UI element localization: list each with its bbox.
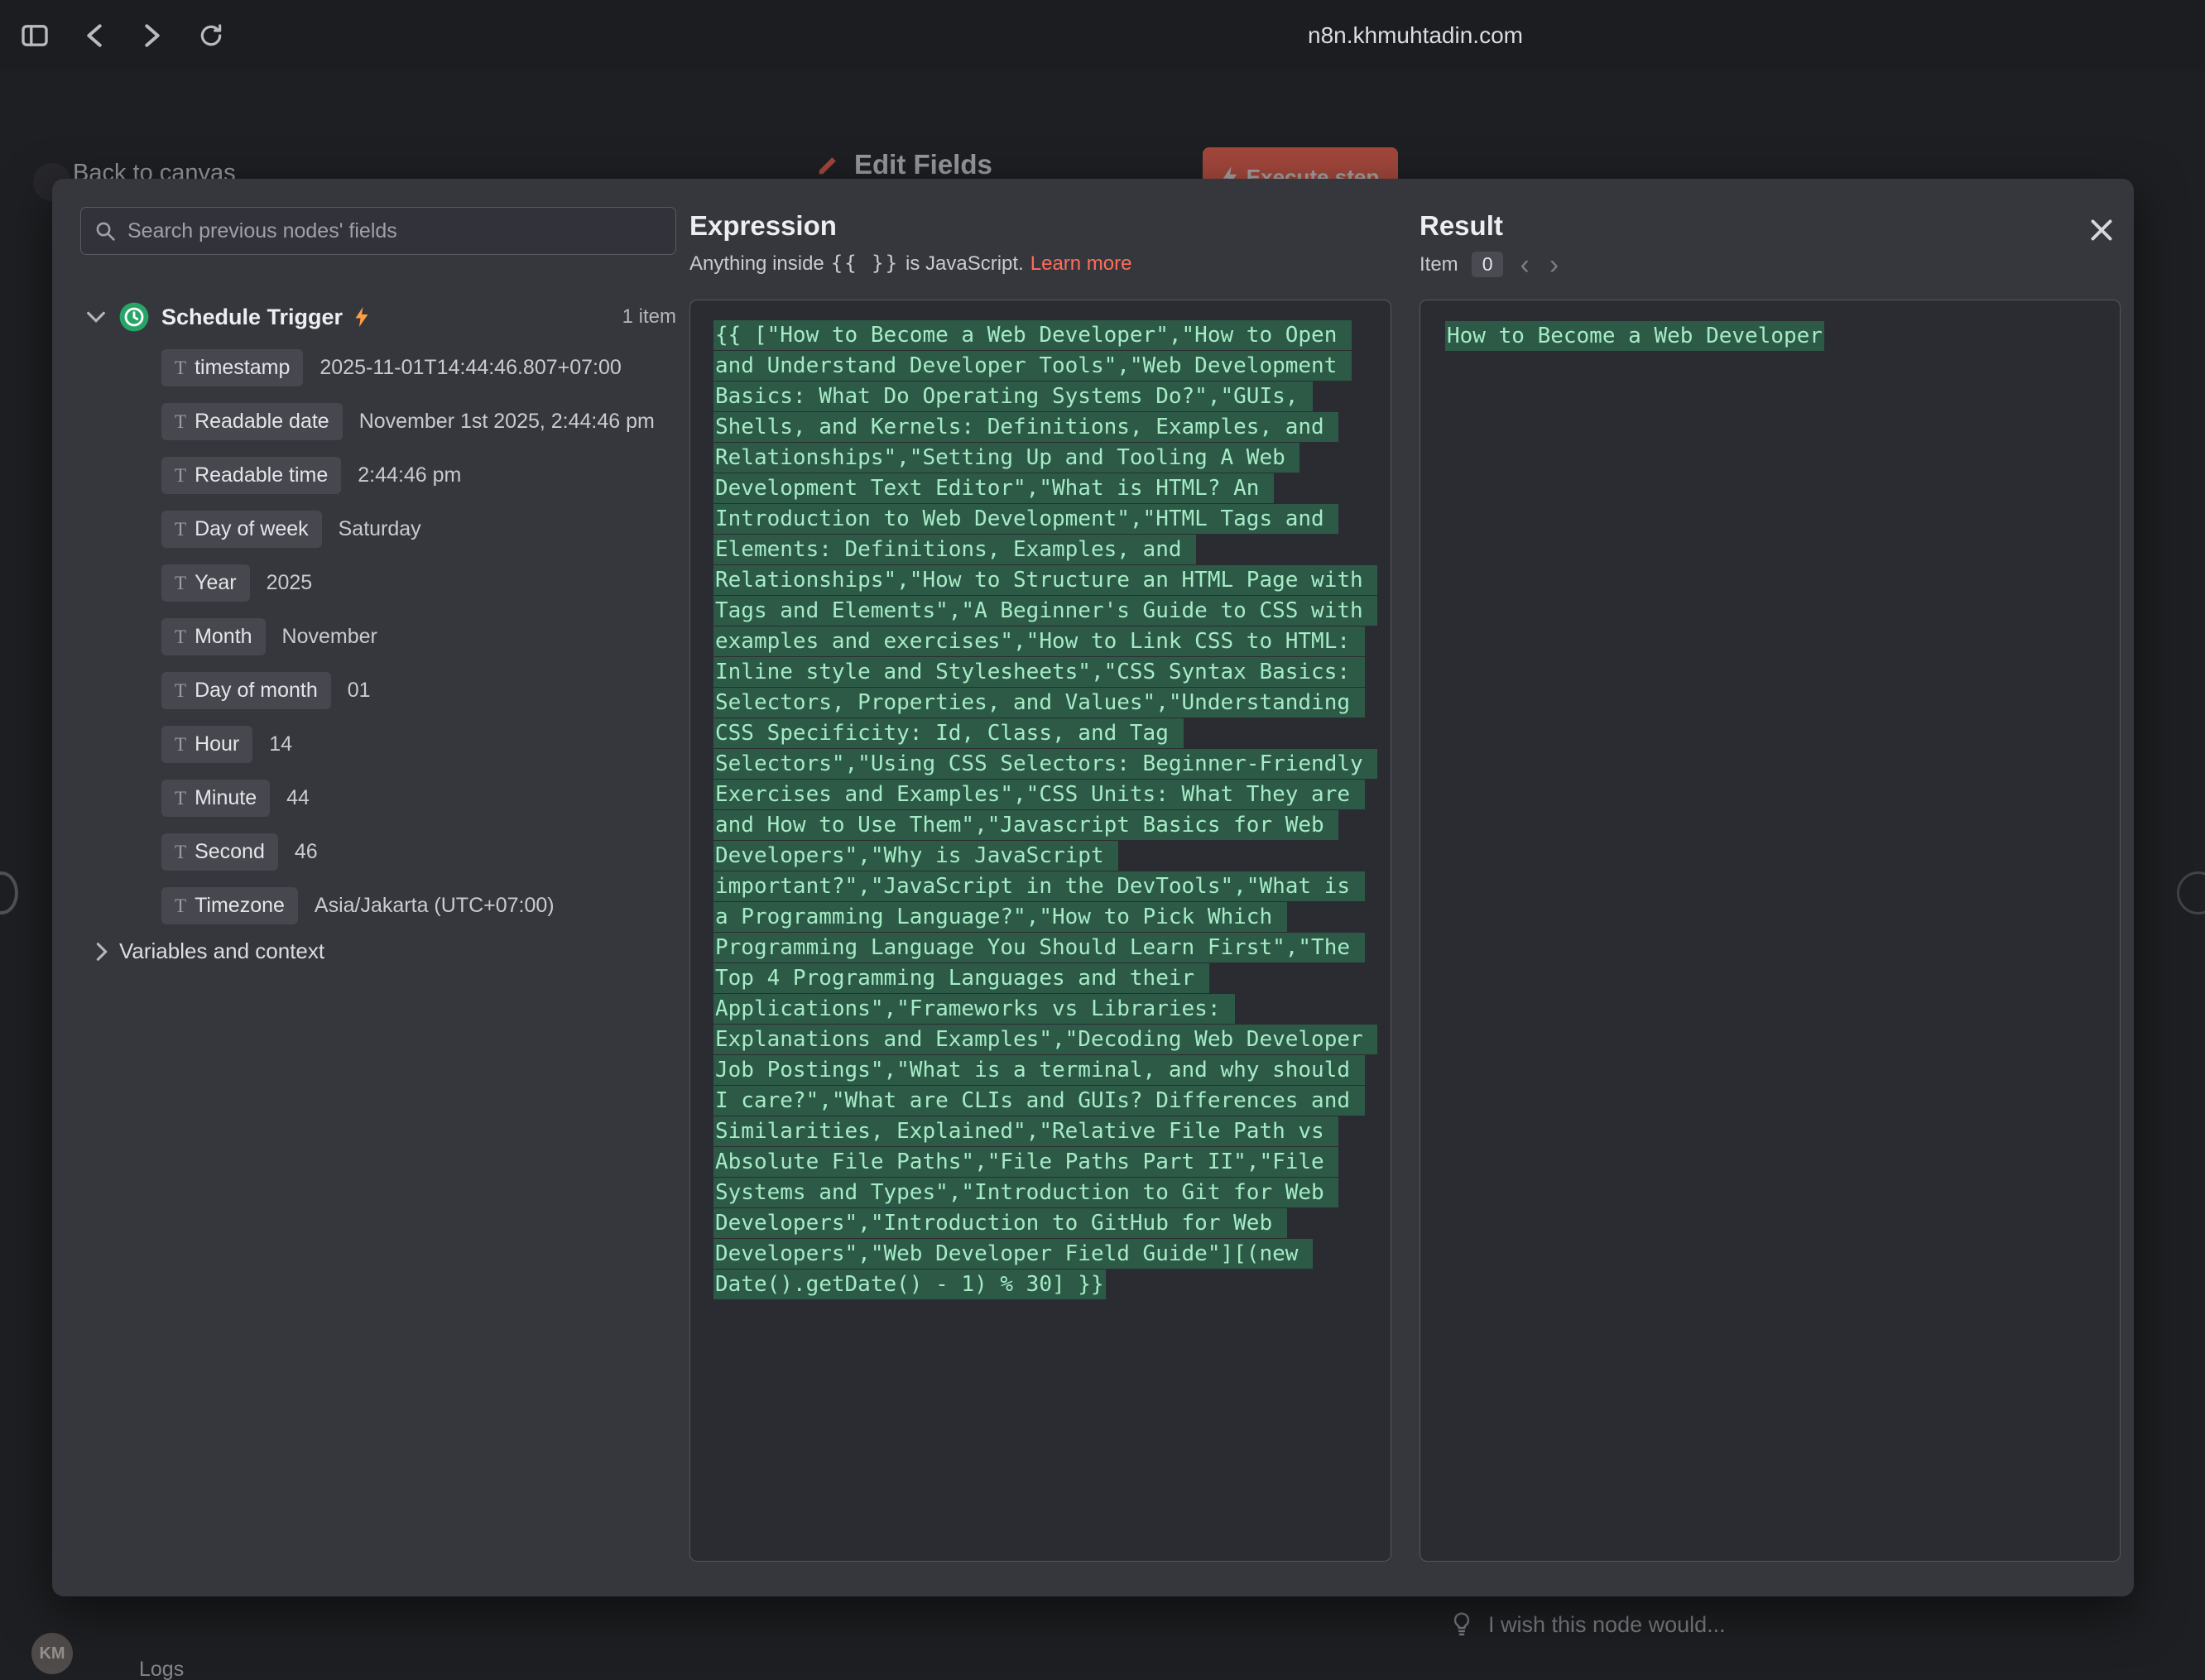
expression-code-editor[interactable]: {{ ["How to Become a Web Developer","How… [689,300,1391,1562]
search-input[interactable] [127,219,662,243]
item-label: Item [1420,253,1458,276]
field-row[interactable]: Ttimestamp 2025-11-01T14:44:46.807+07:00 [161,341,741,395]
field-row[interactable]: T Second 46 [161,825,741,879]
expression-title: Expression [689,210,837,242]
field-name: Readable time [195,463,328,487]
forward-icon [143,23,161,48]
browser-window: n8n.khmuhtadin.com Back to canvas Edit F… [0,0,2205,1680]
field-name: Day of week [195,517,309,541]
field-name: timestamp [195,356,290,380]
result-pager: Item 0 ‹ › [1420,252,1562,277]
next-item-button[interactable]: › [1546,255,1562,275]
back-icon [85,23,103,48]
text-type-icon: T [175,411,186,433]
field-value: 2025-11-01T14:44:46.807+07:00 [319,356,621,380]
field-value: 14 [269,732,292,756]
text-type-icon: T [175,842,186,863]
search-box [80,207,676,255]
item-count: 1 item [622,305,676,329]
field-value: 46 [295,840,318,864]
expression-editor-modal: Schedule Trigger 1 item Ttimestamp 2025-… [52,179,2134,1596]
field-name: Second [195,840,265,864]
field-row[interactable]: T Readable time 2:44:46 pm [161,449,741,502]
field-row[interactable]: T Day of month 01 [161,664,741,718]
expression-highlight: {{ ["How to Become a Web Developer","How… [713,320,1377,1299]
field-pill[interactable]: T Readable time [161,457,341,494]
subtitle-prefix: Anything inside [689,252,824,276]
trigger-bolt-icon [354,306,369,328]
field-row[interactable]: T Day of week Saturday [161,502,741,556]
chevron-right-icon [96,943,108,961]
expression-code: {{ ["How to Become a Web Developer","How… [713,320,1367,1300]
result-output: How to Become a Web Developer [1420,300,2121,1562]
browser-back-button[interactable] [75,17,113,55]
text-type-icon: T [175,734,186,756]
field-row[interactable]: T Hour 14 [161,718,741,771]
reload-icon [198,22,224,49]
result-value: How to Become a Web Developer [1445,321,1824,351]
chevron-down-icon[interactable] [85,311,107,323]
field-value: 44 [286,786,310,810]
field-row[interactable]: T Month November [161,610,741,664]
field-pill[interactable]: T Minute [161,780,270,817]
field-value: 2:44:46 pm [358,463,461,487]
schedule-trigger-icon [118,301,150,333]
text-type-icon: T [175,465,186,487]
sidebar-toggle-icon [21,24,49,47]
field-value: November 1st 2025, 2:44:46 pm [359,410,655,434]
result-title: Result [1420,210,1503,242]
field-value: 2025 [267,571,313,595]
subtitle-suffix: is JavaScript. [906,252,1024,276]
subtitle-braces: {{ }} [831,252,899,275]
field-pill[interactable]: Ttimestamp [161,349,303,386]
node-name: Schedule Trigger [161,305,343,330]
field-name: Year [195,571,237,595]
field-name: Readable date [195,410,329,434]
field-pill[interactable]: T Hour [161,726,252,763]
sidebar-toggle-button[interactable] [16,17,54,55]
field-name: Month [195,625,252,649]
browser-forward-button[interactable] [133,17,171,55]
schedule-trigger-node-row[interactable]: Schedule Trigger 1 item [85,296,676,338]
text-type-icon: T [175,626,186,648]
search-icon [94,220,116,242]
field-value: 01 [348,679,371,703]
field-value: Asia/Jakarta (UTC+07:00) [315,894,555,918]
text-type-icon: T [175,573,186,594]
learn-more-link[interactable]: Learn more [1030,252,1132,276]
field-value: Saturday [339,517,421,541]
field-list: Ttimestamp 2025-11-01T14:44:46.807+07:00… [161,341,741,933]
close-button[interactable] [2082,210,2121,250]
field-name: Day of month [195,679,318,703]
text-type-icon: T [175,519,186,540]
field-pill[interactable]: T Timezone [161,887,298,924]
field-name: Hour [195,732,239,756]
field-pill[interactable]: T Month [161,618,266,655]
text-type-icon: T [175,895,186,917]
item-index: 0 [1472,252,1504,277]
field-pill[interactable]: T Year [161,564,250,602]
previous-item-button[interactable]: ‹ [1516,255,1532,275]
text-type-icon: T [175,788,186,809]
field-pill[interactable]: T Second [161,833,278,871]
variables-and-context-section[interactable]: Variables and context [96,938,324,964]
field-row[interactable]: T Minute 44 [161,771,741,825]
field-row[interactable]: T Year 2025 [161,556,741,610]
field-pill[interactable]: T Day of week [161,511,322,548]
text-type-icon: T [175,358,186,379]
field-name: Timezone [195,894,285,918]
browser-reload-button[interactable] [192,17,230,55]
address-bar[interactable]: n8n.khmuhtadin.com [1308,22,1523,49]
text-type-icon: T [175,680,186,702]
field-name: Minute [195,786,257,810]
variables-section-label: Variables and context [119,938,324,964]
field-row[interactable]: T Readable date November 1st 2025, 2:44:4… [161,395,741,449]
browser-toolbar: n8n.khmuhtadin.com [0,0,2205,70]
expression-subtitle: Anything inside {{ }} is JavaScript. Lea… [689,252,1131,276]
field-row[interactable]: T Timezone Asia/Jakarta (UTC+07:00) [161,879,741,933]
close-icon [2089,218,2114,242]
field-value: November [282,625,377,649]
field-pill[interactable]: T Readable date [161,403,343,440]
field-pill[interactable]: T Day of month [161,672,331,709]
